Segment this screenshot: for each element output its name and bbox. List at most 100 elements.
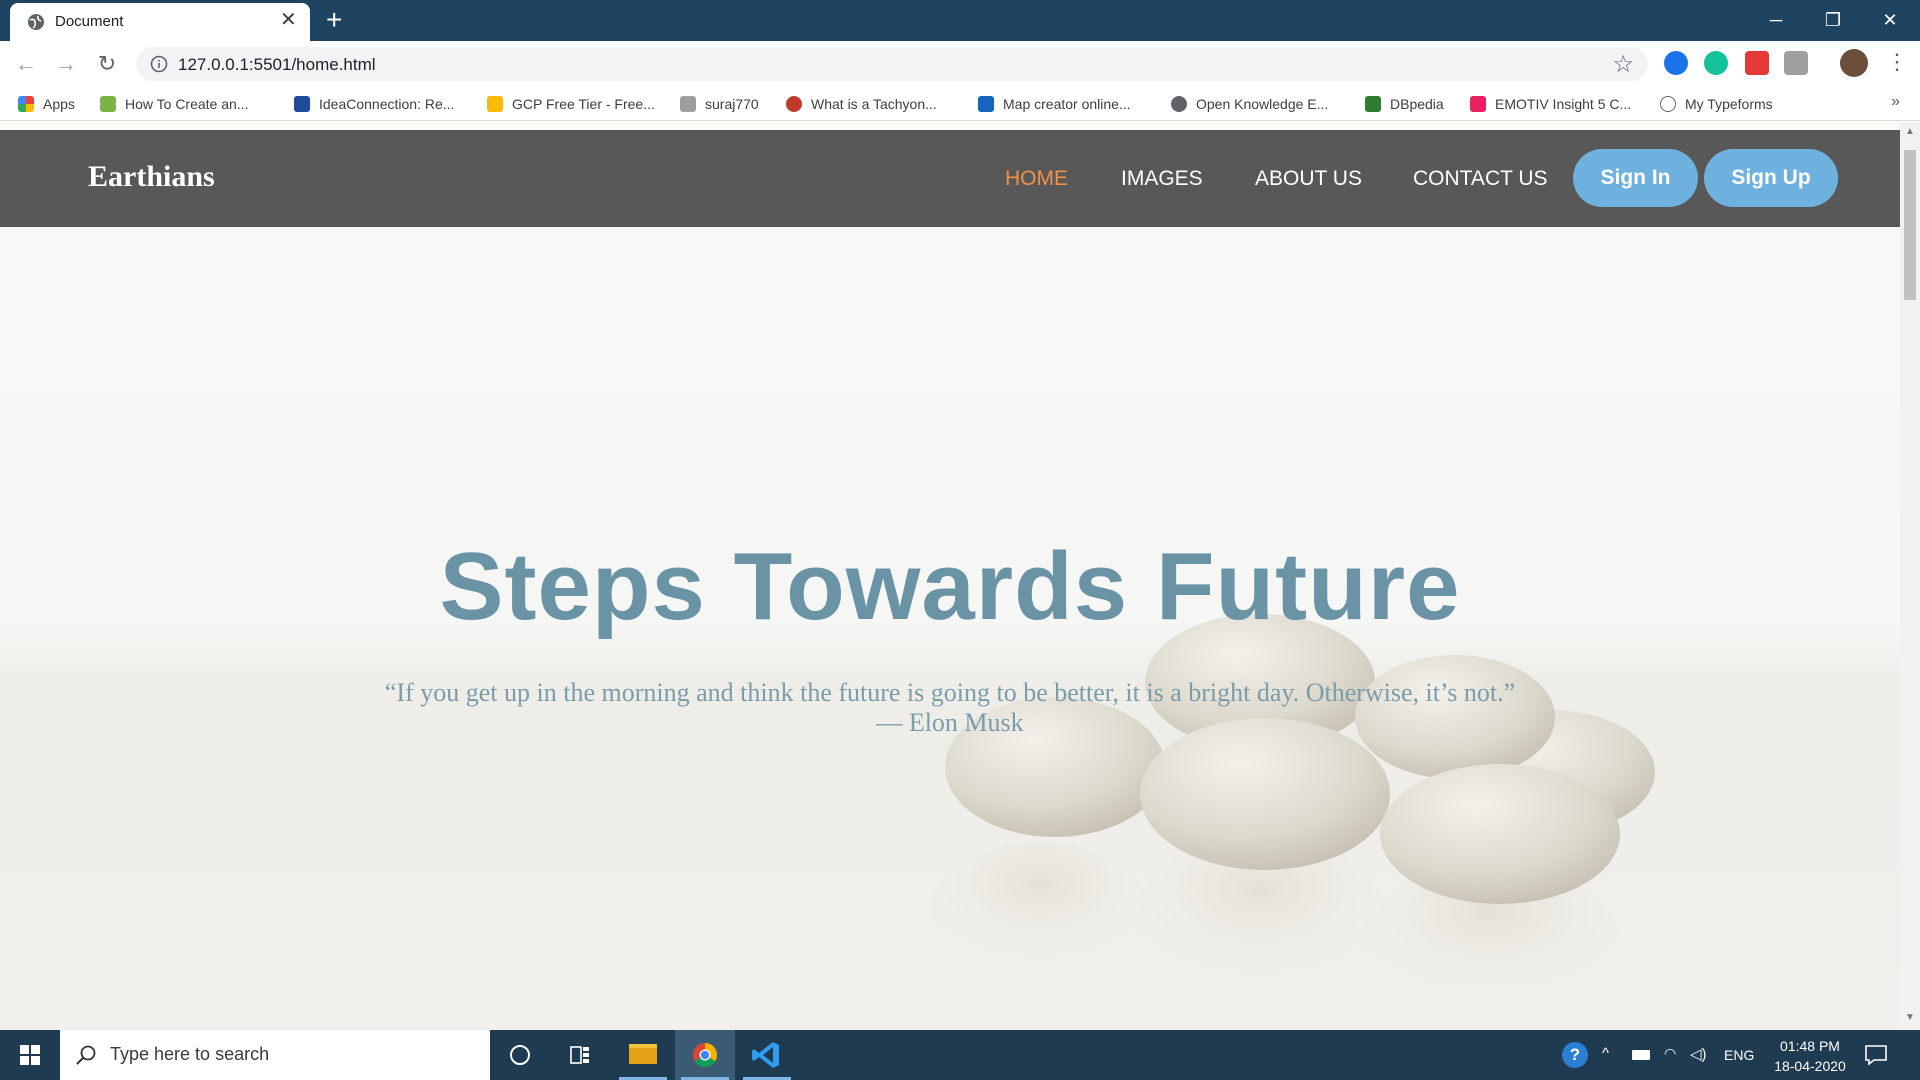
nav-about-us[interactable]: ABOUT US [1255,167,1362,191]
cortana-icon [510,1045,530,1065]
bookmark-label: IdeaConnection: Re... [319,96,455,112]
drive-extension-icon[interactable] [1784,51,1808,75]
bookmark-item[interactable]: suraj770 [680,93,759,115]
bookmark-item[interactable]: GCP Free Tier - Free... [487,93,655,115]
folder-icon [629,1044,657,1064]
notification-icon[interactable] [1864,1044,1888,1066]
grammarly-extension-icon[interactable] [1704,51,1728,75]
emotiv-icon [1470,96,1486,112]
ideaconnection-icon [294,96,310,112]
chrome-taskbar-button[interactable] [675,1030,735,1080]
menu-dots-icon[interactable]: ⋮ [1886,49,1908,75]
search-icon [76,1045,96,1065]
close-window-button[interactable]: ✕ [1870,6,1910,34]
dbpedia-icon [1365,96,1381,112]
bookmark-label: GCP Free Tier - Free... [512,96,655,112]
browser-title-bar: Document ✕ + ─ ❐ ✕ [0,0,1920,41]
tab-title: Document [55,13,124,30]
shield-extension-icon[interactable] [1745,51,1769,75]
tachyon-icon [786,96,802,112]
bookmark-item[interactable]: EMOTIV Insight 5 C... [1470,93,1631,115]
sign-up-button[interactable]: Sign Up [1704,149,1838,207]
site-logo[interactable]: Earthians [88,160,215,194]
vscode-icon [752,1042,779,1068]
bookmark-apps[interactable]: Apps [18,93,75,115]
battery-icon[interactable] [1632,1050,1650,1060]
volume-icon[interactable]: ◁) [1690,1045,1707,1063]
info-icon[interactable] [150,55,168,73]
task-view-icon [570,1046,589,1064]
profile-avatar[interactable] [1840,49,1868,77]
wifi-icon[interactable]: ◠ [1664,1045,1676,1062]
nav-contact-us[interactable]: CONTACT US [1413,167,1548,191]
globe-icon [1171,96,1187,112]
apps-grid-icon [18,96,34,112]
bookmark-label: What is a Tachyon... [811,96,937,112]
url-text[interactable]: 127.0.0.1:5501/home.html [178,55,376,75]
bookmark-label: How To Create an... [125,96,249,112]
hero-title: Steps Towards Future [439,533,1461,640]
bookmark-label: Map creator online... [1003,96,1131,112]
clock-date: 18-04-2020 [1774,1058,1846,1074]
scroll-down-icon[interactable]: ▼ [1905,1012,1915,1023]
site-navbar: Earthians HOME IMAGES ABOUT US CONTACT U… [0,130,1900,227]
bookmark-label: Apps [43,96,75,112]
chevron-up-icon[interactable]: ^ [1602,1045,1609,1062]
bookmark-label: My Typeforms [1685,96,1773,112]
taskbar-search[interactable]: Type here to search [60,1030,490,1080]
zeemaps-icon [978,96,994,112]
windows-taskbar: Type here to search ? ^ ◠ ◁) ENG 01:48 P… [0,1030,1920,1080]
quote-author: — Elon Musk [876,708,1024,737]
bookmark-item[interactable]: Map creator online... [978,93,1131,115]
vscode-taskbar-button[interactable] [737,1030,797,1080]
typeform-icon [1660,96,1676,112]
bookmark-item[interactable]: Open Knowledge E... [1171,93,1328,115]
browser-tab[interactable]: Document ✕ [10,3,310,41]
bookmarks-overflow-icon[interactable]: » [1891,93,1900,111]
language-indicator[interactable]: ENG [1724,1047,1754,1063]
help-icon[interactable]: ? [1562,1042,1588,1068]
chrome-icon [693,1043,718,1068]
reload-button[interactable]: ↻ [93,50,121,78]
windows-start-icon[interactable] [10,1043,50,1067]
page-scrollbar[interactable]: ▲ ▼ [1900,122,1920,1030]
bookmarks-bar: Apps How To Create an... IdeaConnection:… [0,87,1920,121]
new-tab-button[interactable]: + [326,6,342,34]
minimize-button[interactable]: ─ [1756,6,1796,34]
dots-icon [680,96,696,112]
nav-home[interactable]: HOME [1005,167,1068,191]
hp-extension-icon[interactable] [1664,51,1688,75]
tab-close-icon[interactable]: ✕ [280,10,297,30]
forward-button[interactable]: → [52,50,80,78]
bookmark-item[interactable]: How To Create an... [100,93,248,115]
bookmark-label: EMOTIV Insight 5 C... [1495,96,1632,112]
scroll-up-icon[interactable]: ▲ [1905,126,1915,137]
bookmark-item[interactable]: DBpedia [1365,93,1444,115]
w3-icon [100,96,116,112]
bookmark-item[interactable]: IdeaConnection: Re... [294,93,454,115]
clock-time: 01:48 PM [1780,1038,1840,1054]
cortana-button[interactable] [490,1030,550,1080]
file-explorer-button[interactable] [613,1030,673,1080]
bookmark-label: Open Knowledge E... [1196,96,1329,112]
quote-text: “If you get up in the morning and think … [384,678,1516,707]
system-clock[interactable]: 01:48 PM 18-04-2020 [1760,1036,1860,1076]
bookmark-item[interactable]: What is a Tachyon... [786,93,937,115]
cloud-icon [487,96,503,112]
scrollbar-thumb[interactable] [1904,150,1916,300]
page-viewport: Earthians HOME IMAGES ABOUT US CONTACT U… [0,122,1920,1030]
search-placeholder: Type here to search [110,1044,270,1064]
restore-button[interactable]: ❐ [1813,6,1853,34]
hero-quote: “If you get up in the morning and think … [0,678,1900,738]
bookmark-star-icon[interactable]: ☆ [1612,50,1634,79]
browser-toolbar: ← → ↻ 127.0.0.1:5501/home.html ☆ ⋮ [0,41,1920,87]
nav-images[interactable]: IMAGES [1121,167,1203,191]
bookmark-label: DBpedia [1390,96,1444,112]
task-view-button[interactable] [550,1030,610,1080]
address-bar[interactable]: 127.0.0.1:5501/home.html ☆ [136,47,1648,81]
back-button[interactable]: ← [12,50,40,78]
sign-in-button[interactable]: Sign In [1573,149,1698,207]
globe-icon [28,14,44,30]
bookmark-label: suraj770 [705,96,759,112]
bookmark-item[interactable]: My Typeforms [1660,93,1773,115]
